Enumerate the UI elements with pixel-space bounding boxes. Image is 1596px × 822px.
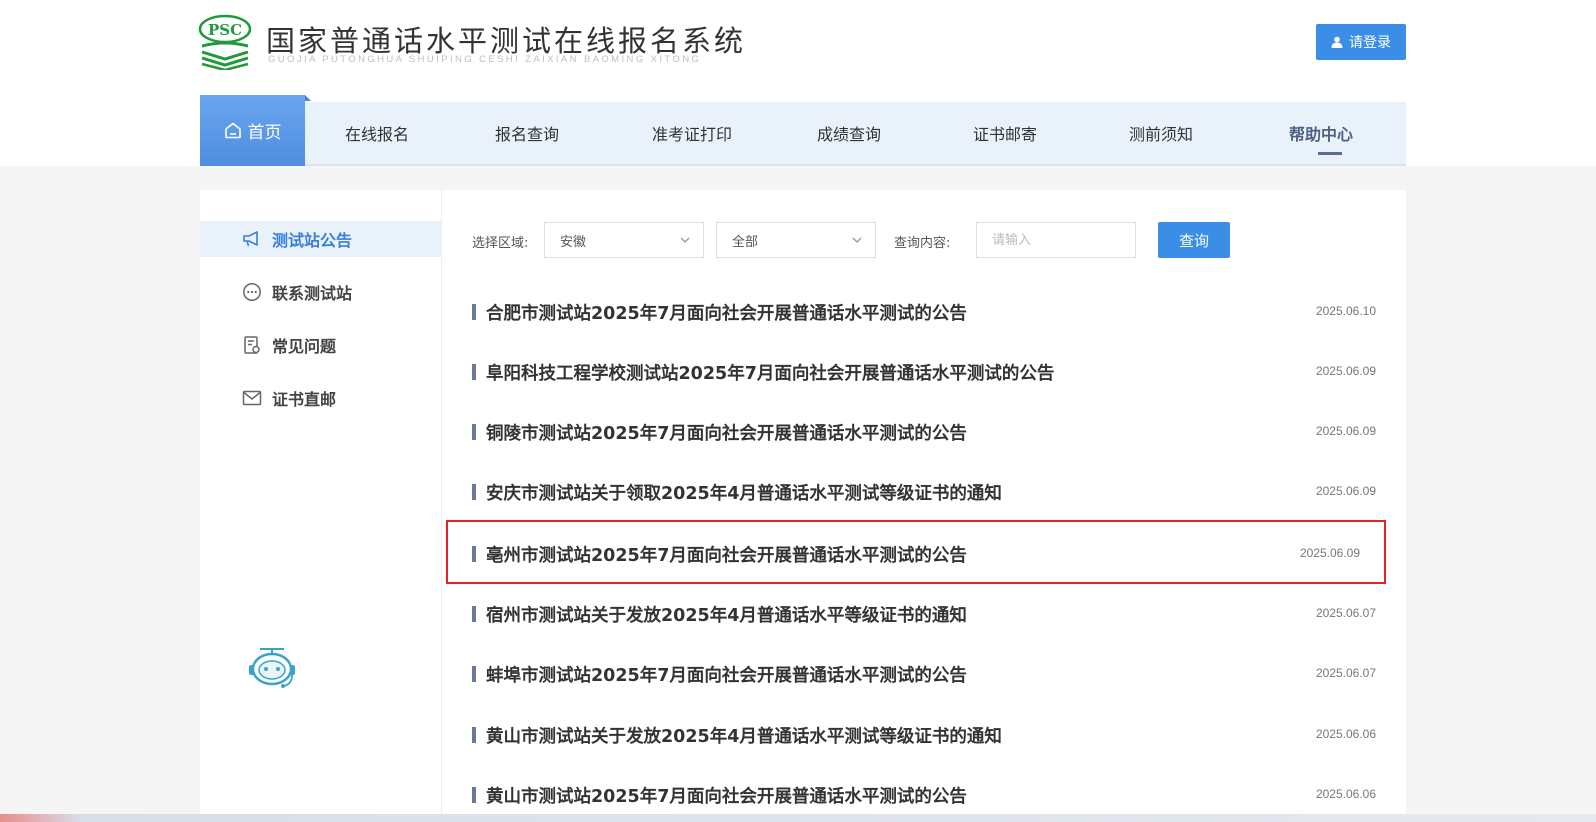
site-logo[interactable]: PSC 国家普通话水平测试在线报名系统 GUOJIA PUTONGHUA SHU… (198, 14, 798, 74)
nav-home-label: 首页 (247, 123, 282, 143)
list-item-date: 2025.06.09 (1315, 424, 1376, 438)
list-item-date: 2025.06.10 (1315, 304, 1376, 318)
site-subtitle: GUOJIA PUTONGHUA SHUIPING CESHI ZAIXIAN … (268, 54, 702, 65)
chevron-down-icon (852, 237, 862, 243)
list-item-title[interactable]: 亳州市测试站2025年7月面向社会开展普通话水平测试的公告 (486, 542, 967, 567)
list-item-highlighted[interactable]: 亳州市测试站2025年7月面向社会开展普通话水平测试的公告 2025.06.09 (446, 520, 1386, 584)
query-content-label: 查询内容: (894, 236, 951, 251)
nav-item-home[interactable]: 首页 (200, 95, 311, 166)
region-label: 选择区域: (472, 236, 529, 251)
list-item[interactable]: 铜陵市测试站2025年7月面向社会开展普通话水平测试的公告 2025.06.09 (442, 402, 1406, 462)
main-content: 测试站公告 联系测试站 常见问题 证书直邮 选择区域: 安徽 全部 查询内容: … (200, 190, 1406, 822)
mail-icon (242, 390, 262, 406)
list-item-title[interactable]: 安庆市测试站关于领取2025年4月普通话水平测试等级证书的通知 (486, 480, 1002, 505)
list-item-title[interactable]: 阜阳科技工程学校测试站2025年7月面向社会开展普通话水平测试的公告 (486, 360, 1054, 385)
sidebar-item-announcements[interactable]: 测试站公告 (200, 221, 442, 257)
query-button[interactable]: 查询 (1158, 222, 1230, 258)
nav-item-score-query[interactable]: 成绩查询 (784, 102, 914, 164)
sidebar-item-faq[interactable]: 常见问题 (200, 327, 442, 363)
list-item-marker (472, 424, 476, 440)
list-item-title[interactable]: 铜陵市测试站2025年7月面向社会开展普通话水平测试的公告 (486, 420, 967, 445)
home-icon (224, 122, 241, 139)
sidebar-item-label: 证书直邮 (272, 390, 337, 409)
sidebar-item-label: 联系测试站 (272, 284, 353, 303)
robot-assistant-icon (249, 648, 295, 688)
list-item-date: 2025.06.07 (1315, 606, 1376, 620)
list-item-title[interactable]: 蚌埠市测试站2025年7月面向社会开展普通话水平测试的公告 (486, 662, 967, 687)
list-item-date: 2025.06.06 (1315, 727, 1376, 741)
list-item[interactable]: 阜阳科技工程学校测试站2025年7月面向社会开展普通话水平测试的公告 2025.… (442, 342, 1406, 402)
user-icon (1331, 36, 1343, 48)
list-item-marker (472, 787, 476, 803)
chat-icon (243, 283, 261, 301)
list-item-title[interactable]: 黄山市测试站2025年7月面向社会开展普通话水平测试的公告 (486, 783, 967, 808)
nav-item-certificate-mail[interactable]: 证书邮寄 (940, 102, 1070, 164)
list-item-date: 2025.06.09 (1299, 546, 1360, 560)
list-item-date: 2025.06.09 (1315, 484, 1376, 498)
category-select-value: 全部 (732, 234, 759, 250)
region-select[interactable]: 安徽 (544, 222, 704, 258)
psc-logo-icon: PSC (198, 14, 252, 70)
logo-mark-text: PSC (208, 21, 242, 39)
list-item[interactable]: 合肥市测试站2025年7月面向社会开展普通话水平测试的公告 2025.06.10 (442, 282, 1406, 342)
list-item-marker (472, 727, 476, 743)
main-nav: 在线报名 报名查询 准考证打印 成绩查询 证书邮寄 测前须知 帮助中心 (200, 102, 1406, 166)
chevron-down-icon (680, 237, 690, 243)
nav-active-indicator (1318, 152, 1342, 155)
list-item-date: 2025.06.06 (1315, 787, 1376, 801)
nav-item-pretest-notes[interactable]: 测前须知 (1096, 102, 1226, 164)
list-item-date: 2025.06.09 (1315, 364, 1376, 378)
list-item-marker (472, 304, 476, 320)
login-label: 请登录 (1349, 35, 1391, 51)
list-item-marker (472, 484, 476, 500)
faq-icon (244, 336, 260, 354)
megaphone-icon (243, 231, 258, 247)
nav-item-admission-ticket[interactable]: 准考证打印 (622, 102, 762, 164)
list-item-marker (472, 666, 476, 682)
list-item-marker (472, 364, 476, 380)
nav-item-online-registration[interactable]: 在线报名 (312, 102, 442, 164)
sidebar-item-contact[interactable]: 联系测试站 (200, 274, 442, 310)
query-content-input[interactable] (976, 222, 1136, 258)
list-item-title[interactable]: 宿州市测试站关于发放2025年4月普通话水平等级证书的通知 (486, 602, 967, 627)
chat-robot-button[interactable] (246, 646, 298, 694)
category-select[interactable]: 全部 (716, 222, 876, 258)
nav-item-registration-query[interactable]: 报名查询 (462, 102, 592, 164)
list-item[interactable]: 宿州市测试站关于发放2025年4月普通话水平等级证书的通知 2025.06.07 (442, 584, 1406, 644)
sidebar-item-label: 测试站公告 (272, 231, 353, 250)
list-item-marker (472, 606, 476, 622)
list-item-title[interactable]: 合肥市测试站2025年7月面向社会开展普通话水平测试的公告 (486, 300, 967, 325)
list-item[interactable]: 安庆市测试站关于领取2025年4月普通话水平测试等级证书的通知 2025.06.… (442, 462, 1406, 522)
list-item-title[interactable]: 黄山市测试站关于发放2025年4月普通话水平测试等级证书的通知 (486, 723, 1002, 748)
taskbar-edge (0, 814, 1596, 822)
list-item[interactable]: 蚌埠市测试站2025年7月面向社会开展普通话水平测试的公告 2025.06.07 (442, 644, 1406, 704)
list-item[interactable]: 黄山市测试站关于发放2025年4月普通话水平测试等级证书的通知 2025.06.… (442, 705, 1406, 765)
sidebar-item-label: 常见问题 (272, 337, 337, 356)
list-item-date: 2025.06.07 (1315, 666, 1376, 680)
login-button[interactable]: 请登录 (1316, 24, 1406, 60)
sidebar-item-direct-mail[interactable]: 证书直邮 (200, 380, 442, 416)
filter-bar: 选择区域: 安徽 全部 查询内容: 查询 (472, 222, 1372, 258)
list-item-marker (472, 546, 476, 562)
sidebar: 测试站公告 联系测试站 常见问题 证书直邮 (200, 190, 442, 822)
region-select-value: 安徽 (560, 234, 587, 250)
